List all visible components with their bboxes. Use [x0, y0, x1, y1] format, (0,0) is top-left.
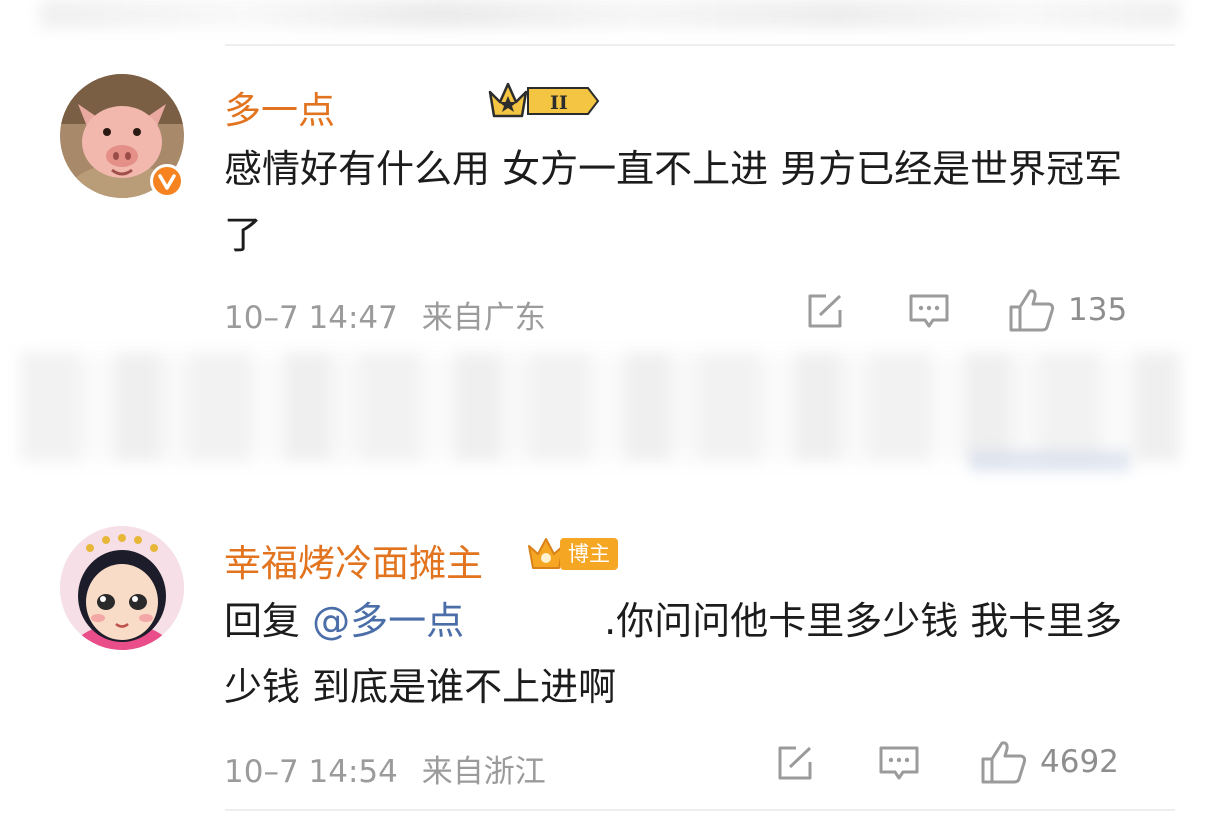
verified-v-icon — [150, 164, 184, 198]
mention-link[interactable]: @多一点 — [312, 599, 464, 643]
comment-location: 来自广东 — [421, 300, 546, 336]
comment-button[interactable] — [908, 293, 950, 331]
comment-time: 10–7 14:54 — [224, 754, 398, 790]
username[interactable]: 幸福烤冷面摊主 — [224, 533, 483, 587]
like-count: 135 — [1068, 292, 1128, 328]
divider-top — [225, 44, 1175, 46]
level-crown-badge-icon[interactable]: II — [488, 80, 600, 122]
blurred-content-top — [40, 0, 1180, 28]
blurred-content-middle — [20, 352, 1180, 462]
comment-text: 感情好有什么用 女方一直不上进 男方已经是世界冠军了 — [224, 147, 1123, 257]
comment-bubble-icon — [909, 294, 949, 328]
share-button[interactable] — [806, 293, 844, 329]
share-icon — [778, 746, 812, 780]
comment-meta: 10–7 14:54 来自浙江 — [224, 746, 546, 791]
divider-bottom — [225, 809, 1175, 811]
comment-time: 10–7 14:47 — [224, 300, 398, 336]
cartoon-girl-avatar[interactable] — [60, 526, 184, 650]
comment-button[interactable] — [878, 745, 920, 783]
username[interactable]: 多一点 — [224, 80, 335, 134]
thumbs-up-icon — [1009, 289, 1055, 332]
like-count: 4692 — [1040, 744, 1119, 780]
comment-bubble-icon — [879, 746, 919, 780]
level-badge-text: II — [550, 92, 568, 114]
reply-text: 回复 @多一点 .你问问他卡里多少钱 我卡里多少钱 到底是谁不上进啊 — [224, 588, 1144, 720]
share-icon — [808, 294, 842, 328]
blogger-badge-text: 博主 — [560, 538, 618, 570]
reply-prefix: 回复 — [224, 599, 301, 643]
blogger-badge[interactable]: 博主 — [526, 536, 618, 572]
like-button[interactable]: 4692 — [980, 739, 1119, 785]
comment-location: 来自浙江 — [421, 754, 546, 790]
share-button[interactable] — [776, 745, 814, 781]
blurred-reply-link — [970, 450, 1130, 472]
like-button[interactable]: 135 — [1008, 287, 1127, 333]
comment-meta: 10–7 14:47 来自广东 — [224, 292, 546, 337]
thumbs-up-icon — [981, 741, 1027, 784]
